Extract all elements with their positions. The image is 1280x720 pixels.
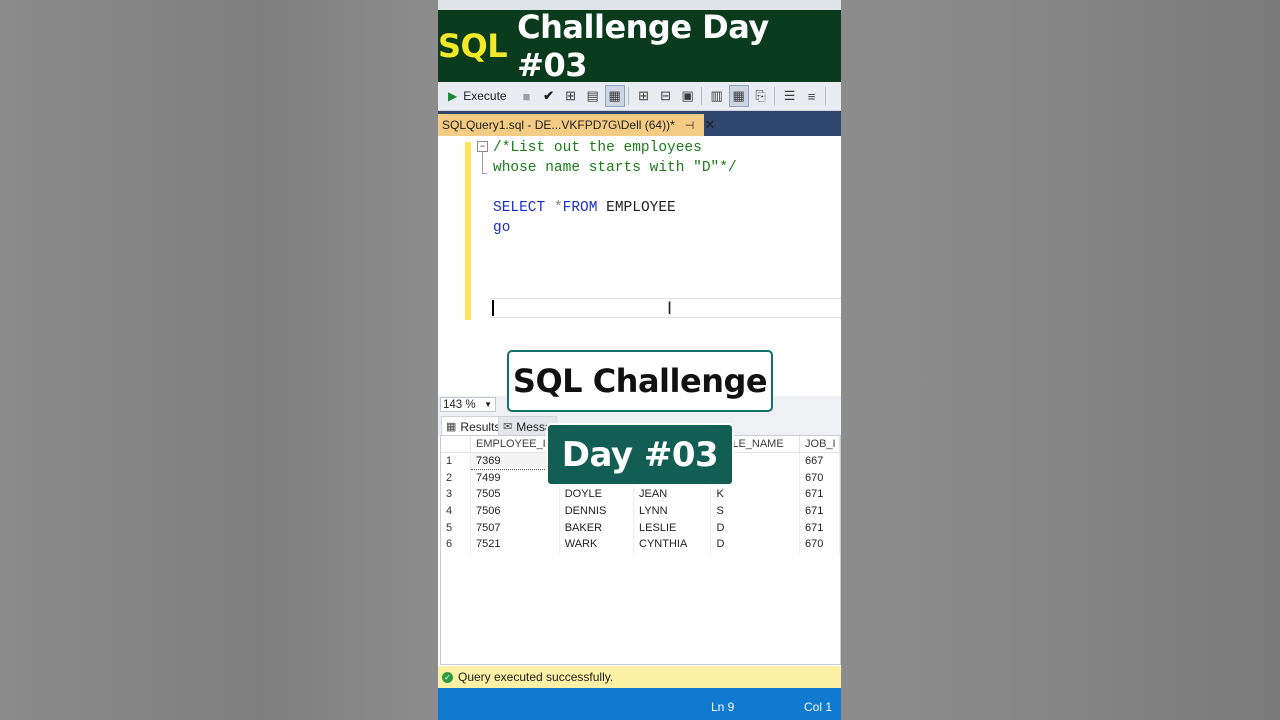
tab-title: SQLQuery1.sql - DE...VKFPD7G\Dell (64))* xyxy=(442,118,675,132)
row-number: 5 xyxy=(441,519,472,537)
text-caret xyxy=(492,300,494,316)
status-message: Query executed successfully. xyxy=(458,670,614,684)
include-plan-icon[interactable]: ⊞ xyxy=(634,85,654,107)
star-operator: * xyxy=(553,200,563,216)
execute-button[interactable]: ▶ Execute xyxy=(440,85,515,107)
row-number-header xyxy=(441,436,472,454)
messages-icon: ✉ xyxy=(503,421,513,433)
table-row[interactable]: 6 7521 WARK CYNTHIA D 670 xyxy=(441,536,840,553)
play-icon: ▶ xyxy=(448,89,458,103)
code-lines: /*List out the employees whose name star… xyxy=(493,138,737,238)
table-name: EMPLOYEE xyxy=(606,200,676,216)
row-number: 3 xyxy=(441,486,472,503)
query-plan-icon[interactable]: ⊞ xyxy=(561,85,581,107)
toolbar-separator xyxy=(773,87,775,105)
ibeam-cursor-icon: I xyxy=(667,299,673,319)
background-left xyxy=(0,0,438,720)
zoom-value: 143 % xyxy=(443,398,476,411)
table-cell[interactable]: S xyxy=(710,502,801,520)
table-cell[interactable]: 7506 xyxy=(470,502,560,520)
table-cell[interactable]: WARK xyxy=(559,536,635,553)
video-frame: SQL Challenge Day #03 ▶ Execute ■ ✔ ⊞ ▤ … xyxy=(438,0,841,720)
parse-check-icon[interactable]: ✔ xyxy=(539,85,559,107)
client-stats-icon[interactable]: ▣ xyxy=(678,85,698,107)
tab-sqlquery1[interactable]: SQLQuery1.sql - DE...VKFPD7G\Dell (64))*… xyxy=(438,114,715,136)
table-row[interactable]: 3 7505 DOYLE JEAN K 671 xyxy=(441,486,840,503)
comment-line-1: /*List out the employees xyxy=(493,140,702,156)
editor-status-bar: Ln 9 Col 1 xyxy=(438,688,841,720)
table-cell[interactable]: 670 xyxy=(799,536,840,553)
toolbar-separator xyxy=(700,87,702,105)
collapse-toggle-icon[interactable]: − xyxy=(477,141,488,152)
table-cell[interactable]: K xyxy=(710,486,801,503)
row-number: 4 xyxy=(441,502,472,520)
column-indicator: Col 1 xyxy=(804,700,833,714)
toolbar-separator xyxy=(824,87,826,105)
document-tab-bar: SQLQuery1.sql - DE...VKFPD7G\Dell (64))*… xyxy=(438,111,841,136)
select-keyword: SELECT xyxy=(493,200,546,216)
line-indicator: Ln 9 xyxy=(711,700,735,714)
banner-title: Challenge Day #03 xyxy=(517,8,769,84)
table-cell[interactable]: 7507 xyxy=(470,519,560,537)
table-row[interactable]: 5 7507 BAKER LESLIE D 671 xyxy=(441,519,840,537)
tab-results[interactable]: ▦ Results xyxy=(441,416,506,436)
select-statement: SELECT *FROM EMPLOYEE xyxy=(493,198,737,218)
overlay-challenge-title: SQL Challenge xyxy=(507,350,773,412)
column-header[interactable]: JOB_I xyxy=(799,436,840,454)
table-cell[interactable]: BAKER xyxy=(559,519,635,537)
table-cell[interactable]: DENNIS xyxy=(559,502,635,520)
table-row[interactable]: 4 7506 DENNIS LYNN S 671 xyxy=(441,502,840,520)
table-cell[interactable]: 7505 xyxy=(470,486,560,503)
row-number: 6 xyxy=(441,536,472,553)
table-cell[interactable]: D xyxy=(710,536,801,553)
table-cell[interactable]: 671 xyxy=(799,502,840,520)
overlay-day-badge: Day #03 xyxy=(546,423,734,486)
row-number: 2 xyxy=(441,469,472,487)
uncomment-lines-icon[interactable]: ≡ xyxy=(802,85,822,107)
background-right xyxy=(841,0,1280,720)
table-cell[interactable]: D xyxy=(710,519,801,537)
close-icon[interactable]: ✕ xyxy=(704,117,715,133)
current-line-highlight xyxy=(490,298,841,318)
table-cell[interactable]: LYNN xyxy=(633,502,712,520)
execute-label: Execute xyxy=(463,89,507,103)
grid-icon: ▦ xyxy=(446,421,457,433)
tab-results-label: Results xyxy=(460,419,501,434)
table-cell[interactable]: CYNTHIA xyxy=(633,536,712,553)
query-status-bar: ✓ Query executed successfully. xyxy=(438,666,841,688)
table-cell[interactable]: LESLIE xyxy=(633,519,712,537)
table-cell[interactable]: 7521 xyxy=(470,536,560,553)
comment-lines-icon[interactable]: ☰ xyxy=(780,85,800,107)
table-cell[interactable]: 671 xyxy=(799,486,840,503)
live-stats-icon[interactable]: ⊟ xyxy=(656,85,676,107)
row-number: 1 xyxy=(441,452,472,470)
challenge-banner: SQL Challenge Day #03 xyxy=(438,8,841,84)
toolbar-separator xyxy=(627,87,629,105)
pin-icon[interactable]: ⊣ xyxy=(685,119,695,132)
success-check-icon: ✓ xyxy=(442,671,453,683)
table-cell[interactable]: DOYLE xyxy=(559,486,635,503)
comment-line-2: whose name starts with "D"*/ xyxy=(493,160,737,176)
ssms-toolbar: ▶ Execute ■ ✔ ⊞ ▤ ▦ ⊞ ⊟ ▣ ▥ ▦ ⎘ ☰ ≡ xyxy=(438,82,841,111)
table-cell[interactable]: 670 xyxy=(799,469,840,487)
stop-icon[interactable]: ■ xyxy=(517,85,537,107)
table-cell[interactable]: 671 xyxy=(799,519,840,537)
table-cell[interactable]: 667 xyxy=(799,452,840,470)
zoom-select[interactable]: 143 % ▼ xyxy=(440,397,496,412)
results-to-text-icon[interactable]: ▤ xyxy=(583,85,603,107)
from-keyword: FROM xyxy=(562,200,598,216)
banner-keyword: SQL xyxy=(438,27,508,65)
table-cell[interactable]: JEAN xyxy=(633,486,712,503)
go-keyword: go xyxy=(493,220,511,236)
results-to-grid-icon[interactable]: ▦ xyxy=(604,85,625,107)
grid-view-icon[interactable]: ▦ xyxy=(728,85,749,107)
results-to-file-icon[interactable]: ▥ xyxy=(707,85,727,107)
save-results-icon[interactable]: ⎘ xyxy=(751,85,771,107)
chevron-down-icon: ▼ xyxy=(484,400,492,409)
